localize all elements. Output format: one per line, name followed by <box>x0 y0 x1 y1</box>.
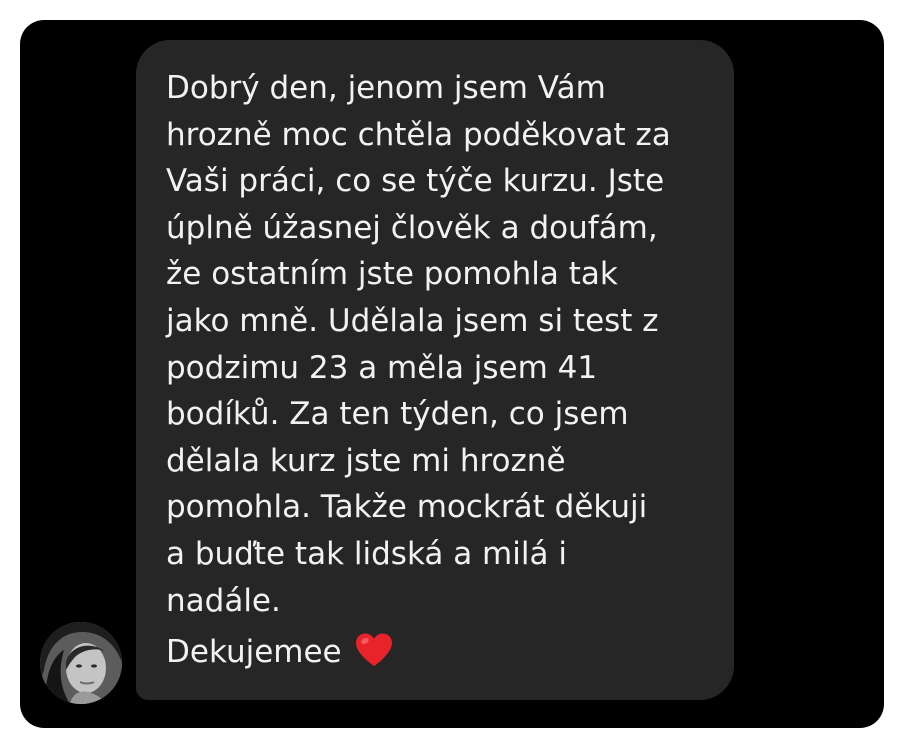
message-text: Dobrý den, jenom jsem Vám hrozně moc cht… <box>166 70 671 619</box>
heart-icon <box>354 632 394 681</box>
avatar-photo <box>40 622 122 704</box>
sender-avatar[interactable] <box>40 622 122 704</box>
message-closing-text: Dekujemee <box>166 634 342 670</box>
chat-window: Dobrý den, jenom jsem Vám hrozně moc cht… <box>20 20 884 728</box>
message-closing: Dekujemee <box>166 629 394 681</box>
